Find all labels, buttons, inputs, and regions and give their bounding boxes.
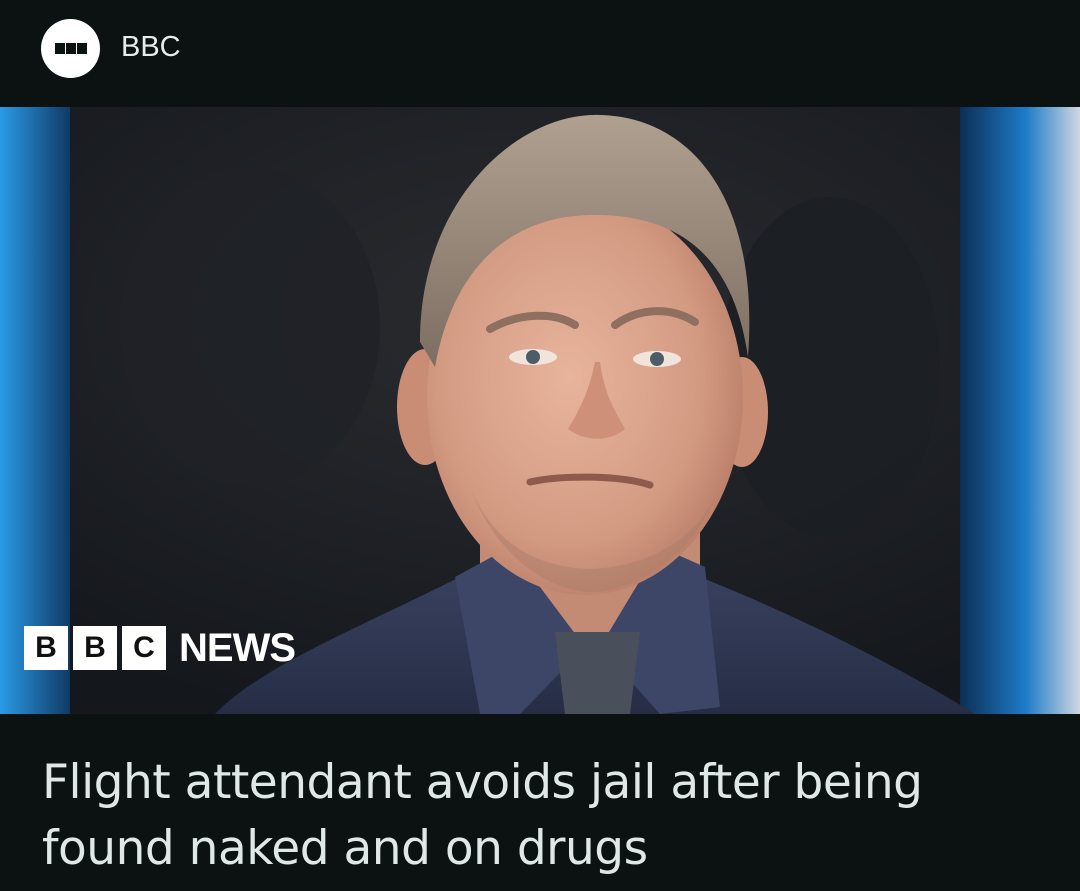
watermark-letter-b1: B [24,626,68,670]
article-headline[interactable]: Flight attendant avoids jail after being… [42,750,1032,882]
bbc-blocks-icon[interactable] [41,19,100,78]
bbc-news-watermark: B B C NEWS [24,626,296,670]
news-card[interactable]: BBC B B C NEWS Flight attendant avoids j… [0,0,1080,891]
source-name[interactable]: BBC [121,31,181,63]
watermark-word: NEWS [179,626,296,670]
photo-illustration [0,107,1080,714]
article-image[interactable] [0,107,1080,714]
card-header: BBC [0,0,1080,107]
watermark-letter-c: C [122,626,166,670]
watermark-letter-b2: B [73,626,117,670]
